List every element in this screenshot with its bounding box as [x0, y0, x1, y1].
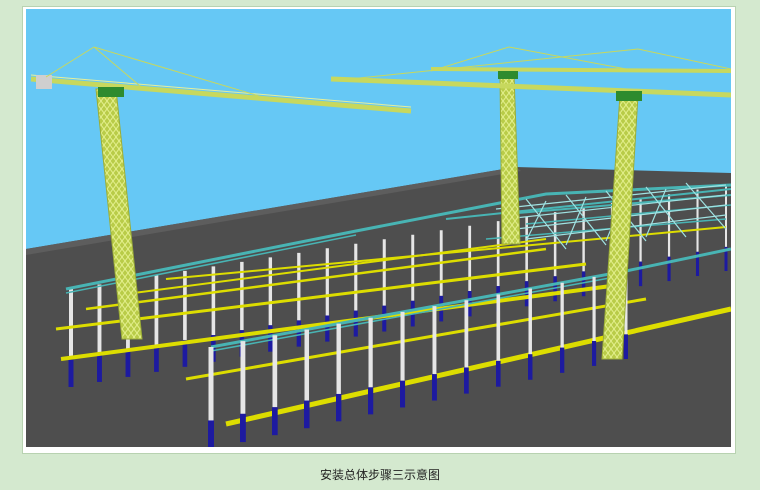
figure-caption: 安装总体步骤三示意图	[319, 468, 440, 482]
construction-scene	[26, 9, 731, 447]
tower-crane-icon	[36, 75, 52, 89]
illustration-frame	[22, 6, 736, 454]
